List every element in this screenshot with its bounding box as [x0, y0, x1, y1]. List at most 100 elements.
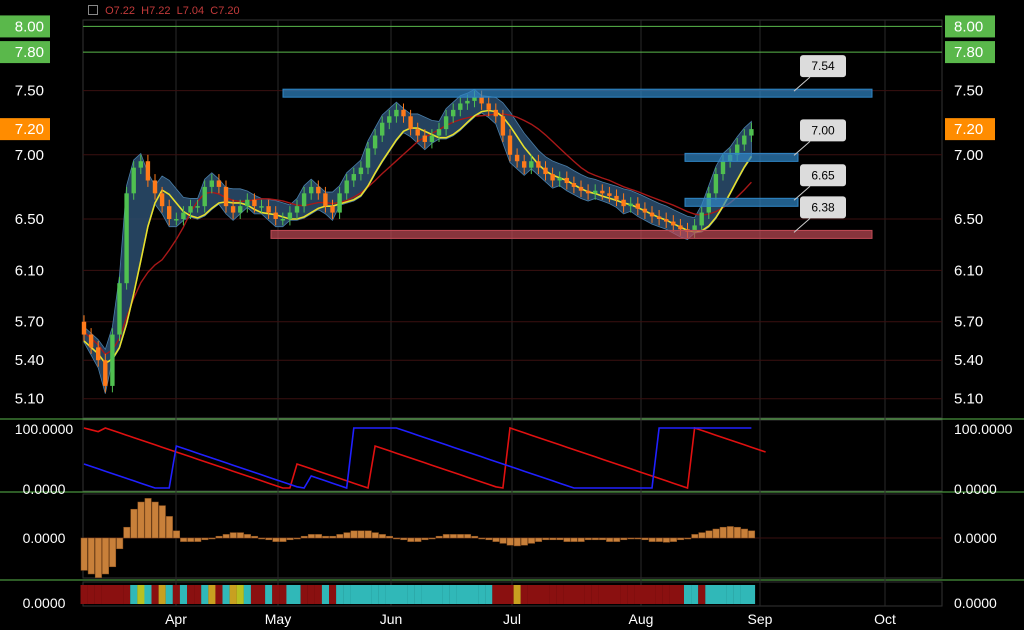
histogram-bar [187, 537, 195, 542]
signal-segment [684, 585, 692, 604]
histogram-bar [144, 498, 152, 539]
stock-chart[interactable]: Apr May Jun Jul Aug Sep Oct 5.10 5.10 5.40 5.40 5.7… [0, 0, 1024, 630]
candle-body [117, 283, 122, 335]
signal-segment [542, 585, 550, 604]
candle-body [465, 100, 470, 104]
signal-segment [471, 585, 479, 604]
signal-segment [492, 585, 500, 604]
histogram-bar [748, 530, 756, 539]
histogram-bar [733, 526, 741, 539]
histogram-bar [634, 537, 642, 540]
candle-body [195, 206, 200, 208]
callout-label-7.54: 7.54 [811, 59, 835, 73]
candle-body [522, 161, 527, 168]
y-tick-label-left: 5.40 [15, 352, 44, 369]
x-tick-label-jul: Jul [503, 611, 521, 627]
candle-body [529, 161, 534, 168]
candle-body [351, 174, 356, 181]
histogram-bar [457, 534, 464, 539]
signal-segment [407, 585, 415, 604]
histogram-bar [371, 532, 379, 539]
histogram-bar [549, 537, 557, 541]
signal-segment [627, 585, 635, 604]
last-price-label-left: 7.20 [15, 121, 44, 138]
histogram-label-right: 0.0000 [954, 530, 997, 546]
histogram-bar [478, 537, 486, 540]
signal-segment [108, 585, 117, 604]
signal-segment [556, 585, 564, 604]
y-tick-label-left: 5.70 [15, 314, 44, 331]
signal-segment [101, 585, 109, 604]
candle-body [344, 180, 349, 194]
candle-body [188, 206, 193, 213]
histogram-bar [591, 537, 599, 541]
y-tick-label-right: 6.50 [954, 211, 983, 228]
candle-body [145, 161, 151, 181]
candle-body [280, 219, 285, 221]
histogram-bar [307, 534, 315, 539]
level-line-6.65 [684, 197, 799, 207]
histogram-bar [407, 537, 415, 542]
histogram-bar [471, 535, 479, 539]
histogram-bar [201, 537, 209, 541]
histogram-bar [286, 537, 294, 541]
histogram-bar [165, 516, 173, 539]
candle-body [564, 177, 569, 184]
signal-segment [321, 585, 330, 604]
histogram-bar [343, 532, 351, 539]
level-line-7.54 [282, 88, 873, 98]
histogram-bar [180, 537, 188, 542]
signal-segment [250, 585, 259, 604]
candle-body [401, 109, 406, 117]
signal-segment [371, 585, 379, 604]
signal-segment [712, 585, 720, 604]
signal-segment [151, 585, 159, 604]
signal-segment [187, 585, 195, 604]
x-tick-label-sep: Sep [748, 611, 773, 627]
candle-body [408, 116, 413, 130]
signal-segment [336, 585, 344, 604]
signal-segment [357, 585, 365, 604]
signal-segment [329, 585, 337, 604]
candle-body [749, 129, 754, 136]
histogram-bar [641, 537, 649, 541]
candle-body [216, 180, 222, 187]
histogram-bar [293, 537, 301, 540]
histogram-bar [336, 534, 344, 539]
stochastic-bottom-label-left: 0.0000 [23, 481, 66, 497]
callout-label-6.65: 6.65 [811, 168, 835, 182]
histogram-bar [158, 505, 166, 539]
candle-body [294, 206, 300, 213]
histogram-bar [606, 537, 614, 542]
stochastic-bottom-label-right: 0.0000 [954, 481, 997, 497]
histogram-bar [137, 501, 145, 539]
candle-body [607, 193, 612, 196]
histogram-bar [87, 537, 95, 575]
signal-segment [669, 585, 677, 604]
candle-body [103, 360, 108, 386]
histogram-bar [570, 537, 578, 542]
histogram-bar [94, 537, 102, 578]
signal-segment [307, 585, 315, 604]
candle-body [557, 177, 562, 181]
candle-body [131, 167, 136, 194]
candle-body [380, 122, 385, 136]
y-tick-label-right: 7.80 [954, 44, 983, 61]
candle-body [649, 212, 655, 217]
signal-segment [733, 585, 741, 604]
signal-label-left: 0.0000 [23, 595, 66, 611]
candle-body [365, 148, 371, 168]
y-tick-label-right: 6.10 [954, 262, 983, 279]
histogram-bar [265, 537, 273, 541]
histogram-bar [229, 532, 237, 539]
candle-body [635, 203, 640, 209]
candle-body [159, 193, 165, 207]
candle-body [238, 206, 243, 213]
candle-body [600, 190, 605, 194]
signal-segment [549, 585, 557, 604]
signal-segment [584, 585, 592, 604]
y-tick-label-right: 5.40 [954, 352, 983, 369]
histogram-bar [414, 537, 422, 542]
candle-body [593, 190, 598, 194]
histogram-label-left: 0.0000 [23, 530, 66, 546]
